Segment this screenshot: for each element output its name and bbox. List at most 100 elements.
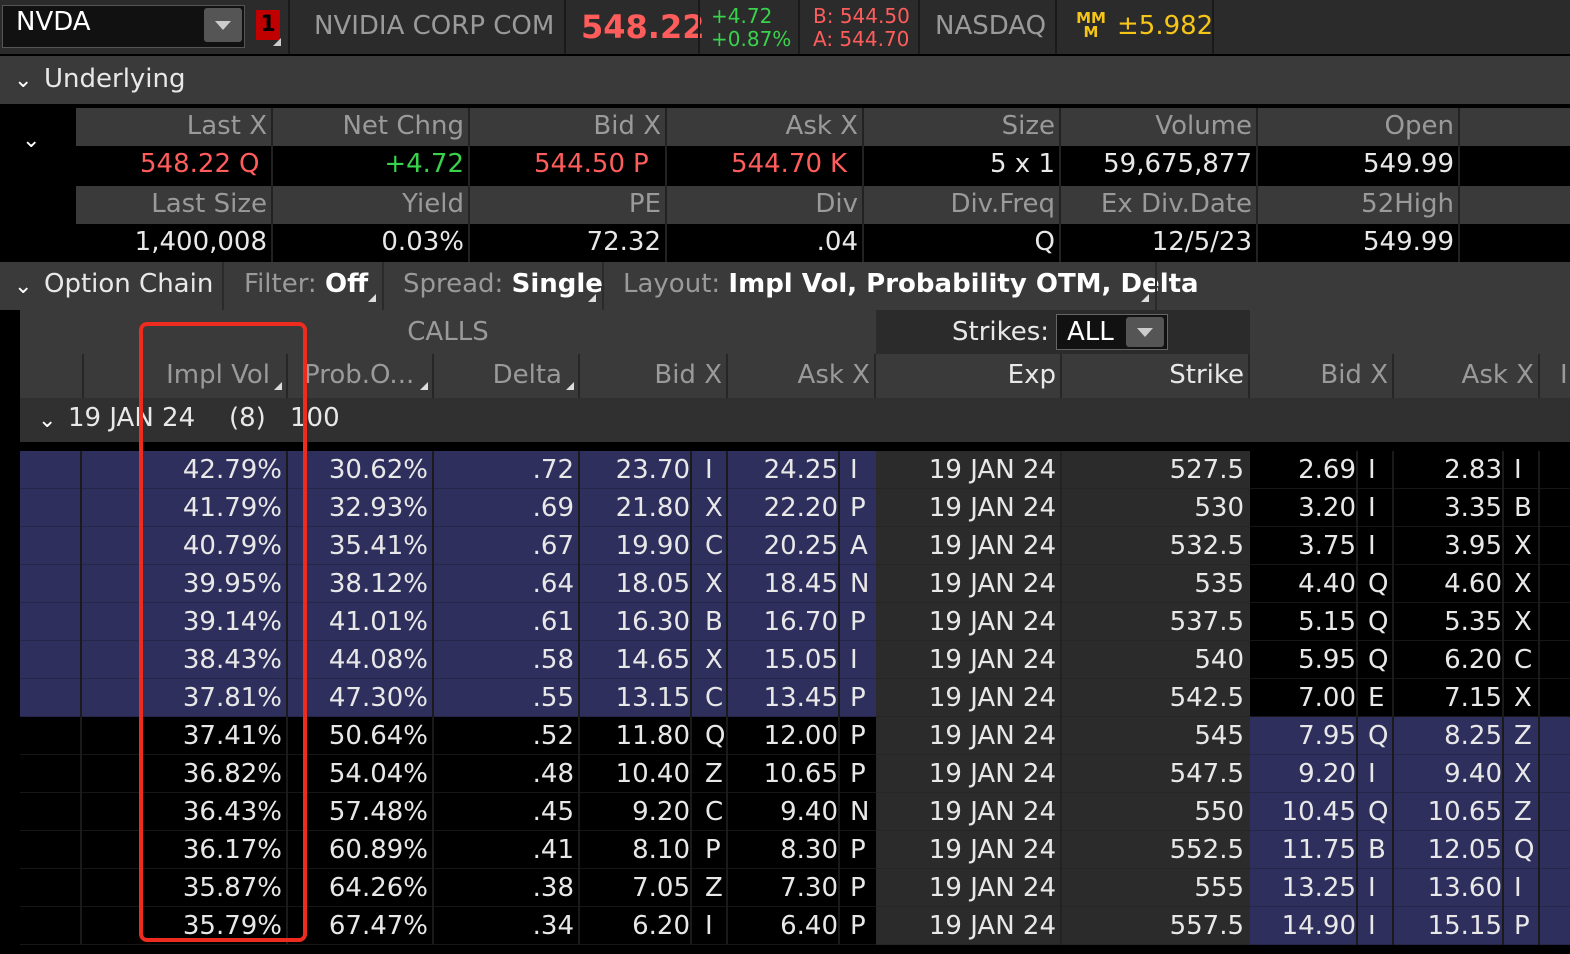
strikes-dropdown-button[interactable]	[1126, 317, 1164, 347]
put-bid-cell[interactable]: 14.90	[1250, 911, 1356, 941]
spread-dropdown-icon[interactable]	[588, 294, 596, 302]
put-bid-cell[interactable]: 4.40	[1250, 569, 1356, 599]
delta-cell[interactable]: .41	[434, 835, 574, 865]
delta-cell[interactable]: .34	[434, 911, 574, 941]
prob-otm-cell[interactable]: 32.93%	[288, 493, 428, 523]
put-ask-cell[interactable]: 12.05	[1394, 835, 1502, 865]
call-bid-cell[interactable]: 11.80	[580, 721, 690, 751]
call-ask-cell[interactable]: 20.25	[728, 531, 838, 561]
prob-otm-cell[interactable]: 67.47%	[288, 911, 428, 941]
call-bid-cell[interactable]: 10.40	[580, 759, 690, 789]
column-header-exp[interactable]: Exp	[876, 360, 1056, 390]
delta-cell[interactable]: .45	[434, 797, 574, 827]
call-ask-cell[interactable]: 6.40	[728, 911, 838, 941]
column-header-call-ask[interactable]: Ask X	[728, 360, 870, 390]
put-bid-cell[interactable]: 3.20	[1250, 493, 1356, 523]
column-header-put-ask[interactable]: Ask X	[1394, 360, 1534, 390]
prob-otm-cell[interactable]: 50.64%	[288, 721, 428, 751]
put-ask-cell[interactable]: 15.15	[1394, 911, 1502, 941]
column-header-prob-otm-sort-icon[interactable]	[420, 382, 428, 390]
call-bid-cell[interactable]: 19.90	[580, 531, 690, 561]
column-header-prob-otm[interactable]: Prob.O...	[304, 360, 414, 390]
call-bid-cell[interactable]: 21.80	[580, 493, 690, 523]
prob-otm-cell[interactable]: 30.62%	[288, 455, 428, 485]
call-ask-cell[interactable]: 16.70	[728, 607, 838, 637]
column-header-call-bid[interactable]: Bid X	[580, 360, 722, 390]
delta-cell[interactable]: .72	[434, 455, 574, 485]
column-header-more[interactable]: I	[1560, 360, 1568, 390]
prob-otm-cell[interactable]: 44.08%	[288, 645, 428, 675]
call-bid-cell[interactable]: 6.20	[580, 911, 690, 941]
put-bid-cell[interactable]: 13.25	[1250, 873, 1356, 903]
prob-otm-cell[interactable]: 64.26%	[288, 873, 428, 903]
column-header-strike[interactable]: Strike	[1062, 360, 1244, 390]
prob-otm-cell[interactable]: 54.04%	[288, 759, 428, 789]
call-ask-cell[interactable]: 18.45	[728, 569, 838, 599]
put-ask-cell[interactable]: 13.60	[1394, 873, 1502, 903]
spread-control[interactable]: Spread: Single	[403, 269, 603, 299]
put-ask-cell[interactable]: 8.25	[1394, 721, 1502, 751]
layout-dropdown-icon[interactable]	[1141, 294, 1149, 302]
prob-otm-cell[interactable]: 57.48%	[288, 797, 428, 827]
delta-cell[interactable]: .38	[434, 873, 574, 903]
expand-chevron-icon[interactable]: ⌄	[22, 128, 40, 153]
chevron-down-icon[interactable]: ⌄	[14, 68, 32, 93]
put-bid-cell[interactable]: 5.15	[1250, 607, 1356, 637]
chevron-down-icon[interactable]: ⌄	[14, 274, 32, 299]
call-bid-cell[interactable]: 14.65	[580, 645, 690, 675]
put-bid-cell[interactable]: 2.69	[1250, 455, 1356, 485]
delta-cell[interactable]: .48	[434, 759, 574, 789]
call-ask-cell[interactable]: 12.00	[728, 721, 838, 751]
column-header-put-bid[interactable]: Bid X	[1250, 360, 1388, 390]
column-header-delta-sort-icon[interactable]	[566, 382, 574, 390]
symbol-dropdown-button[interactable]	[204, 8, 242, 42]
put-ask-cell[interactable]: 3.95	[1394, 531, 1502, 561]
link-group-badge[interactable]: 1	[256, 10, 280, 40]
put-ask-cell[interactable]: 2.83	[1394, 455, 1502, 485]
call-bid-cell[interactable]: 8.10	[580, 835, 690, 865]
put-bid-cell[interactable]: 10.45	[1250, 797, 1356, 827]
chevron-down-icon[interactable]: ⌄	[38, 408, 56, 433]
call-ask-cell[interactable]: 8.30	[728, 835, 838, 865]
put-ask-cell[interactable]: 7.15	[1394, 683, 1502, 713]
call-ask-cell[interactable]: 13.45	[728, 683, 838, 713]
delta-cell[interactable]: .52	[434, 721, 574, 751]
put-bid-cell[interactable]: 11.75	[1250, 835, 1356, 865]
prob-otm-cell[interactable]: 41.01%	[288, 607, 428, 637]
put-bid-cell[interactable]: 7.95	[1250, 721, 1356, 751]
put-bid-cell[interactable]: 7.00	[1250, 683, 1356, 713]
call-ask-cell[interactable]: 22.20	[728, 493, 838, 523]
put-ask-cell[interactable]: 5.35	[1394, 607, 1502, 637]
column-header-delta[interactable]: Delta	[434, 360, 562, 390]
filter-control[interactable]: Filter: Off	[244, 269, 368, 299]
delta-cell[interactable]: .58	[434, 645, 574, 675]
call-bid-cell[interactable]: 16.30	[580, 607, 690, 637]
call-bid-cell[interactable]: 9.20	[580, 797, 690, 827]
put-ask-cell[interactable]: 10.65	[1394, 797, 1502, 827]
delta-cell[interactable]: .69	[434, 493, 574, 523]
call-ask-cell[interactable]: 7.30	[728, 873, 838, 903]
delta-cell[interactable]: .67	[434, 531, 574, 561]
put-ask-cell[interactable]: 9.40	[1394, 759, 1502, 789]
delta-cell[interactable]: .64	[434, 569, 574, 599]
prob-otm-cell[interactable]: 47.30%	[288, 683, 428, 713]
put-bid-cell[interactable]: 3.75	[1250, 531, 1356, 561]
put-bid-cell[interactable]: 9.20	[1250, 759, 1356, 789]
layout-control[interactable]: Layout: Impl Vol, Probability OTM, Delta	[623, 269, 1199, 299]
call-bid-cell[interactable]: 13.15	[580, 683, 690, 713]
delta-cell[interactable]: .55	[434, 683, 574, 713]
underlying-section-header[interactable]	[0, 56, 1570, 104]
prob-otm-cell[interactable]: 60.89%	[288, 835, 428, 865]
call-ask-cell[interactable]: 9.40	[728, 797, 838, 827]
filter-dropdown-icon[interactable]	[368, 294, 376, 302]
call-bid-cell[interactable]: 18.05	[580, 569, 690, 599]
call-bid-cell[interactable]: 23.70	[580, 455, 690, 485]
call-bid-cell[interactable]: 7.05	[580, 873, 690, 903]
put-bid-cell[interactable]: 5.95	[1250, 645, 1356, 675]
delta-cell[interactable]: .61	[434, 607, 574, 637]
put-ask-cell[interactable]: 3.35	[1394, 493, 1502, 523]
put-ask-cell[interactable]: 4.60	[1394, 569, 1502, 599]
prob-otm-cell[interactable]: 38.12%	[288, 569, 428, 599]
call-ask-cell[interactable]: 10.65	[728, 759, 838, 789]
call-ask-cell[interactable]: 15.05	[728, 645, 838, 675]
